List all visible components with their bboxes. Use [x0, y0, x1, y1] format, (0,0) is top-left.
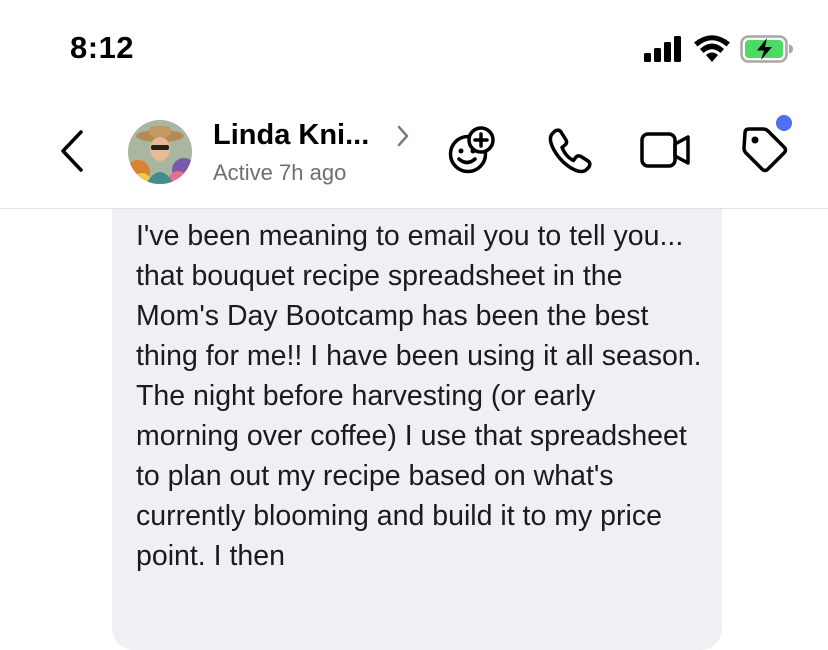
contact-status: Active 7h ago — [213, 160, 347, 185]
back-button[interactable] — [52, 128, 92, 178]
video-camera-icon — [640, 128, 692, 177]
chevron-right-icon[interactable] — [396, 124, 410, 153]
call-button[interactable] — [544, 126, 596, 178]
status-time: 8:12 — [70, 30, 135, 65]
tag-icon — [739, 125, 789, 180]
wifi-icon — [694, 35, 730, 68]
tag-button[interactable] — [738, 126, 790, 178]
conversation-header: Linda Kni... Active 7h ago — [0, 100, 828, 209]
cellular-signal-icon — [644, 36, 684, 67]
notification-dot — [776, 115, 792, 131]
contact-avatar[interactable] — [128, 120, 192, 184]
status-bar: 8:12 — [0, 0, 828, 100]
message-text: I've been meaning to email you to tell y… — [136, 220, 702, 572]
add-reaction-icon — [446, 124, 498, 181]
contact-name[interactable]: Linda Kni... — [213, 119, 369, 152]
status-icons — [644, 35, 794, 68]
video-call-button[interactable] — [640, 126, 692, 178]
battery-charging-icon — [740, 35, 794, 68]
back-chevron-icon — [59, 129, 85, 178]
phone-icon — [545, 125, 595, 180]
add-reaction-button[interactable] — [446, 124, 498, 181]
